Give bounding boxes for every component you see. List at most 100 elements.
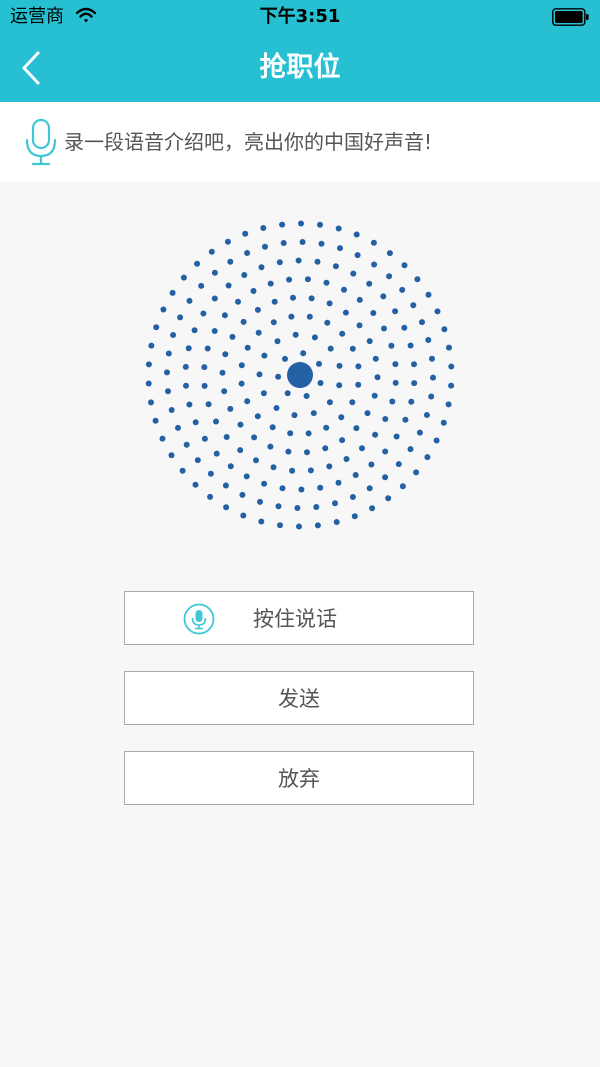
visualizer-dot xyxy=(407,446,414,453)
visualizer-dot xyxy=(148,342,155,349)
visualizer-dot xyxy=(446,344,452,351)
visualizer-dot xyxy=(359,445,365,452)
visualizer-dot xyxy=(323,424,330,431)
visualizer-dot xyxy=(270,464,277,471)
visualizer-dot xyxy=(257,498,263,505)
visualizer-dot xyxy=(333,519,340,525)
visualizer-dot xyxy=(205,401,212,408)
visualizer-dot xyxy=(224,238,231,245)
visualizer-dot xyxy=(307,467,314,474)
visualizer-dot xyxy=(223,434,230,440)
visualizer-dot xyxy=(336,362,343,369)
visualizer-dot xyxy=(277,522,283,529)
visualizer-dot xyxy=(211,328,218,334)
visualizer-dot xyxy=(327,345,334,352)
visualizer-dot xyxy=(342,309,349,316)
visualizer-dot xyxy=(260,390,267,397)
visualizer-dot xyxy=(160,306,167,313)
visualizer-dot xyxy=(267,443,274,450)
hold-to-talk-button[interactable]: 按住说话 xyxy=(124,591,474,645)
visualizer-dot xyxy=(382,448,389,455)
visualizer-dot xyxy=(335,479,342,486)
visualizer-dot xyxy=(298,220,304,227)
visualizer-dot xyxy=(317,221,323,228)
visualizer-dot xyxy=(240,318,247,325)
visualizer-dot xyxy=(269,424,276,431)
visualizer-dot xyxy=(430,374,436,381)
visualizer-dot xyxy=(219,369,226,376)
visualizer-dot xyxy=(148,399,154,406)
visualizer-dot xyxy=(200,310,207,317)
visualizer-dot xyxy=(353,231,360,238)
visualizer-dot xyxy=(299,239,306,245)
visualizer-dot xyxy=(242,230,249,237)
voice-intro-prompt: 录一段语音介绍吧，亮出你的中国好声音! xyxy=(0,102,600,182)
visualizer-dot xyxy=(413,469,420,476)
visualizer-dot xyxy=(168,452,175,459)
visualizer-dot xyxy=(159,435,166,442)
visualizer-dot xyxy=(240,512,247,519)
visualizer-dot xyxy=(332,263,339,270)
visualizer-dot xyxy=(425,291,432,298)
visualizer-dot xyxy=(192,419,199,426)
visualizer-dot xyxy=(313,504,320,510)
visualizer-dot xyxy=(279,221,286,228)
visualizer-dot xyxy=(310,410,317,417)
visualizer-dot xyxy=(366,280,373,287)
visualizer-dot xyxy=(170,332,177,338)
visualizer-dot xyxy=(366,338,373,345)
visualizer-dot xyxy=(428,393,435,400)
visualizer-dot xyxy=(243,473,250,480)
visualizer-dot xyxy=(374,374,381,381)
status-bar: 运营商 下午3:51 xyxy=(0,0,600,34)
visualizer-dot xyxy=(386,250,393,257)
visualizer-dot xyxy=(424,454,431,461)
visualizer-dot xyxy=(323,279,330,286)
visualizer-dot xyxy=(448,382,455,389)
visualizer-dot xyxy=(303,393,310,399)
visualizer-dot xyxy=(251,434,258,441)
visualizer-dot xyxy=(386,273,393,280)
visualizer-dot xyxy=(410,302,417,309)
visualizer-dot xyxy=(306,313,313,320)
prompt-text: 录一段语音介绍吧，亮出你的中国好声音! xyxy=(64,130,433,154)
visualizer-dot xyxy=(385,495,392,502)
visualizer-dot xyxy=(382,416,389,422)
visualizer-dot xyxy=(227,463,234,470)
visualizer-dot xyxy=(382,474,389,481)
visualizer-dot xyxy=(388,342,395,349)
visualizer-dot xyxy=(211,269,218,276)
visualizer-dot xyxy=(223,504,230,511)
visualizer-dot xyxy=(350,270,357,277)
visualizer-dot xyxy=(267,280,274,287)
visualizer-dot xyxy=(349,345,356,352)
visualizer-dot xyxy=(414,276,421,283)
visualizer-dot xyxy=(258,264,265,271)
visualizer-dot xyxy=(291,412,298,419)
visualizer-dot xyxy=(433,437,440,444)
visualizer-dot xyxy=(208,248,215,255)
visualizer-dot xyxy=(271,298,278,305)
visualizer-dot xyxy=(191,327,198,334)
visualizer-dot xyxy=(369,505,376,512)
visualizer-dot xyxy=(419,319,425,326)
visualizer-dot xyxy=(280,240,287,246)
visualizer-dot xyxy=(204,345,211,352)
visualizer-dot xyxy=(237,447,244,454)
visualizer-dot xyxy=(326,300,333,307)
visualizer-dot xyxy=(250,288,257,294)
visualizer-dot xyxy=(253,457,259,464)
visualizer-dot xyxy=(261,352,268,359)
visualizer-dot xyxy=(213,418,219,425)
visualizer-dot xyxy=(238,362,245,369)
visualizer-dot xyxy=(211,295,218,302)
discard-button[interactable]: 放弃 xyxy=(124,751,474,805)
send-button[interactable]: 发送 xyxy=(124,671,474,725)
visualizer-dot xyxy=(179,467,186,474)
visualizer-dot xyxy=(198,282,205,289)
visualizer-dot xyxy=(304,276,311,283)
visualizer-dot xyxy=(227,258,234,265)
visualizer-dot xyxy=(244,398,251,405)
visualizer-dot xyxy=(336,382,343,389)
visualizer-dot xyxy=(192,481,199,488)
